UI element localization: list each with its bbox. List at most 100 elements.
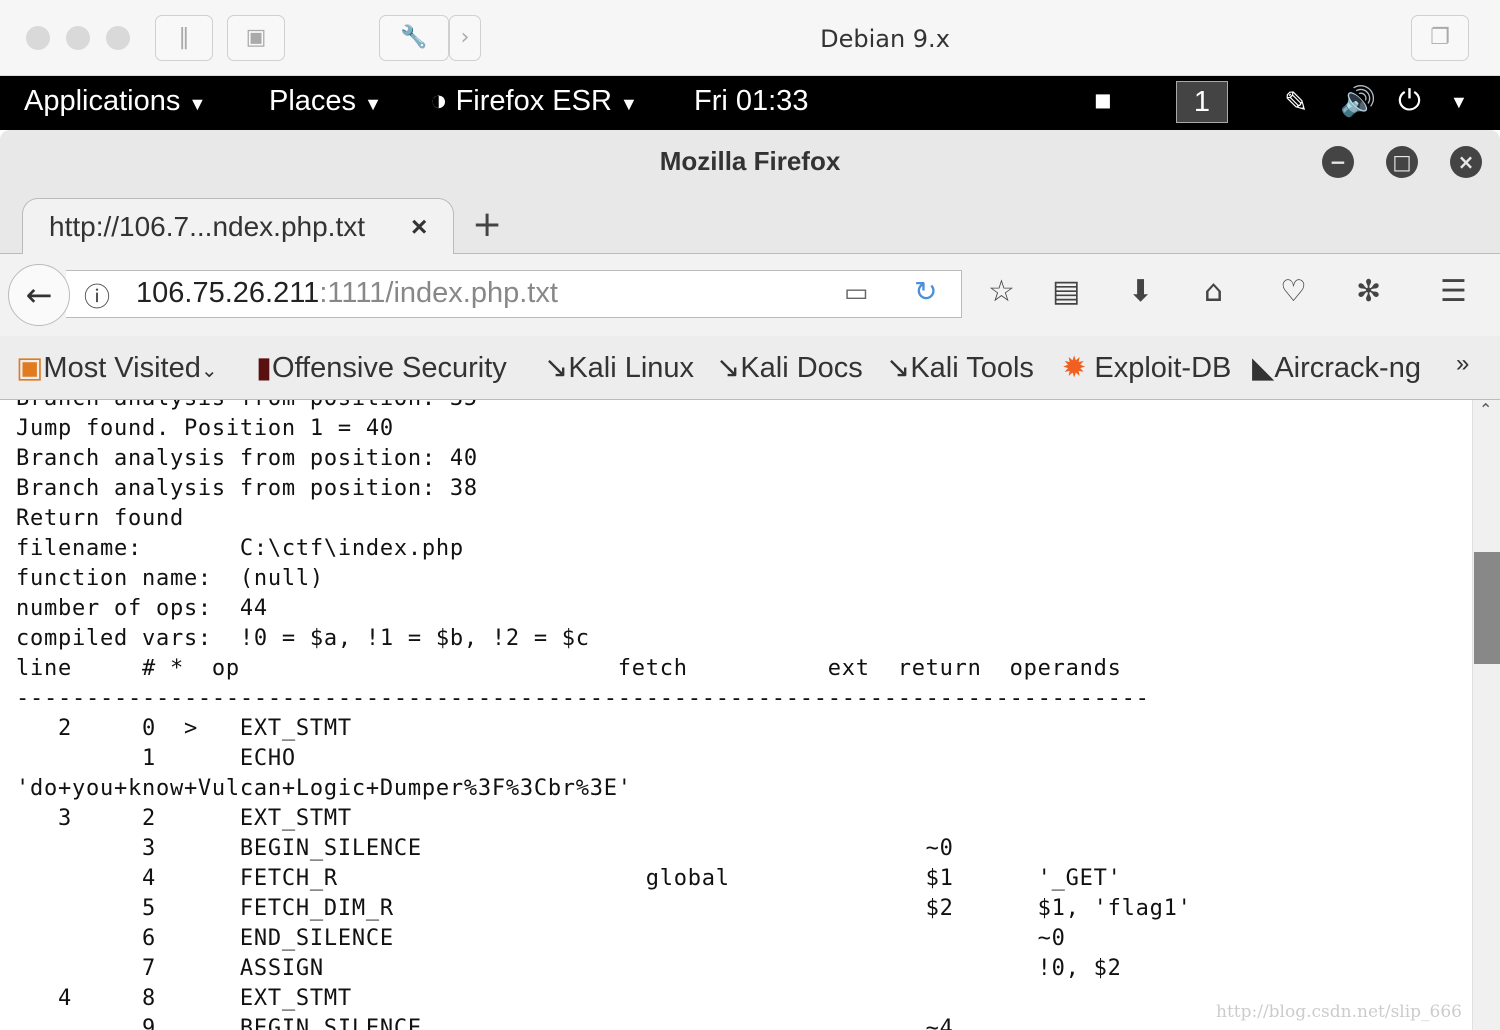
- caret-down-icon[interactable]: ▼: [1450, 92, 1468, 113]
- caret-down-icon: ▼: [364, 94, 382, 114]
- output-line: 9 BEGIN_SILENCE ~4: [16, 1016, 954, 1030]
- tab-close-icon[interactable]: ×: [411, 211, 427, 243]
- volume-icon[interactable]: 🔊: [1340, 85, 1376, 119]
- video-icon[interactable]: ■: [1094, 85, 1112, 118]
- vm-titlebar: ‖ ▣ 🔧 › Debian 9.x ❐: [0, 0, 1500, 76]
- vm-title: Debian 9.x: [820, 25, 950, 53]
- bookmark-kali-linux[interactable]: ↘Kali Linux: [544, 350, 694, 385]
- places-label: Places: [269, 85, 357, 117]
- bookmark-label: Exploit-DB: [1094, 352, 1232, 384]
- output-line: Branch analysis from position: 38: [16, 476, 478, 501]
- bookmark-aircrack-ng[interactable]: ◣Aircrack-ng: [1252, 350, 1421, 385]
- output-line: filename: C:\ctf\index.php: [16, 536, 464, 561]
- output-line: Return found: [16, 506, 184, 531]
- caret-down-icon: ▼: [619, 94, 638, 114]
- output-line: compiled vars: !0 = $a, !1 = $b, !2 = $c: [16, 626, 590, 651]
- new-tab-button[interactable]: +: [472, 204, 502, 245]
- exploitdb-icon: ✹: [1062, 352, 1087, 384]
- output-line: 4 8 EXT_STMT: [16, 986, 352, 1011]
- folder-icon: ▣: [16, 352, 44, 384]
- bookmark-offensive-security[interactable]: ▮Offensive Security: [256, 350, 507, 385]
- bookmark-label: Kali Tools: [910, 352, 1034, 384]
- output-line: number of ops: 44: [16, 596, 268, 621]
- output-line: function name: (null): [16, 566, 324, 591]
- download-icon[interactable]: ⬇: [1128, 274, 1153, 309]
- bookmarks-overflow-button[interactable]: »: [1456, 350, 1469, 378]
- menu-icon[interactable]: ☰: [1440, 274, 1467, 309]
- bookmark-most-visited[interactable]: ▣Most Visited⌄: [16, 350, 218, 385]
- app-menu[interactable]: ◑ Firefox ESR ▼: [430, 85, 638, 118]
- url-host: 106.75.26.211: [136, 277, 320, 309]
- close-icon[interactable]: ×: [1450, 146, 1482, 178]
- fullscreen-icon[interactable]: ❐: [1411, 15, 1469, 61]
- power-icon[interactable]: ⏻: [1398, 85, 1421, 118]
- maximize-icon[interactable]: □: [1386, 146, 1418, 178]
- firefox-icon: ◑: [430, 85, 448, 117]
- window-title: Mozilla Firefox: [659, 146, 841, 176]
- output-line: Branch analysis from position: 40: [16, 446, 478, 471]
- output-line: Branch analysis from position: 35: [16, 400, 1192, 414]
- output-line: 6 END_SILENCE ~0: [16, 926, 1066, 951]
- tab-strip: http://106.7...ndex.php.txt × +: [0, 194, 1500, 256]
- firefox-window: Mozilla Firefox − □ × http://106.7...nde…: [0, 130, 1500, 400]
- reading-list-icon[interactable]: ▤: [1052, 274, 1080, 309]
- aircrack-icon: ◣: [1252, 352, 1275, 384]
- output-line: Jump found. Position 1 = 40: [16, 416, 394, 441]
- bookmark-label: Kali Linux: [568, 352, 695, 384]
- app-label: Firefox ESR: [455, 85, 612, 117]
- minimize-icon[interactable]: −: [1322, 146, 1354, 178]
- output-line: 4 FETCH_R global $1 '_GET': [16, 866, 1122, 891]
- back-button[interactable]: ←: [8, 264, 70, 326]
- scroll-up-icon[interactable]: ⌃: [1479, 400, 1492, 419]
- back-arrow-icon: ←: [25, 276, 53, 314]
- kali-icon: ↘: [886, 352, 911, 384]
- output-line: line # * op fetch ext return operands: [16, 656, 1122, 681]
- bookmark-label: Offensive Security: [271, 352, 507, 384]
- output-line: 5 FETCH_DIM_R $2 $1, 'flag1': [16, 896, 1192, 921]
- workspace-indicator[interactable]: 1: [1176, 81, 1228, 123]
- url-bar[interactable]: ⓘ 106.75.26.211:1111/index.php.txt ▭ ↻: [66, 270, 962, 318]
- applications-menu[interactable]: Applications ▼: [24, 85, 206, 118]
- output-line: 3 2 EXT_STMT: [16, 806, 352, 831]
- page-content: Branch analysis from position: 35 Jump fo…: [0, 400, 1472, 1030]
- url-text[interactable]: 106.75.26.211:1111/index.php.txt: [136, 277, 558, 310]
- bookmarks-toolbar: ▣Most Visited⌄ ▮Offensive Security ↘Kali…: [0, 336, 1500, 400]
- applications-label: Applications: [24, 85, 181, 117]
- bookmark-label: Most Visited: [43, 352, 201, 384]
- info-icon[interactable]: ⓘ: [84, 277, 110, 314]
- vld-output: Branch analysis from position: 35 Jump fo…: [16, 400, 1192, 1030]
- clock[interactable]: Fri 01:33: [694, 85, 808, 118]
- reader-view-icon[interactable]: ▭: [844, 277, 869, 308]
- vertical-scrollbar[interactable]: ⌃: [1472, 400, 1500, 1030]
- caret-down-icon: ▼: [188, 94, 207, 114]
- nav-bar: ⓘ 106.75.26.211:1111/index.php.txt ▭ ↻ ←…: [0, 254, 1500, 336]
- url-path: :1111/index.php.txt: [319, 277, 558, 309]
- pocket-icon[interactable]: ♡: [1280, 274, 1307, 309]
- offsec-icon: ▮: [256, 352, 272, 384]
- bookmark-label: Aircrack-ng: [1274, 352, 1421, 384]
- kali-icon: ↘: [544, 352, 569, 384]
- output-line: 'do+you+know+Vulcan+Logic+Dumper%3F%3Cbr…: [16, 776, 632, 801]
- kali-icon: ↘: [716, 352, 741, 384]
- pen-icon[interactable]: ✎: [1284, 85, 1308, 120]
- watermark: http://blog.csdn.net/slip_666: [1216, 1002, 1462, 1022]
- places-menu[interactable]: Places ▼: [269, 85, 382, 118]
- bookmark-kali-docs[interactable]: ↘Kali Docs: [716, 350, 863, 385]
- chevron-down-icon: ⌄: [200, 360, 218, 382]
- output-line: 1 ECHO: [16, 746, 296, 771]
- bookmark-label: Kali Docs: [740, 352, 863, 384]
- output-line: 3 BEGIN_SILENCE ~0: [16, 836, 954, 861]
- bookmark-kali-tools[interactable]: ↘Kali Tools: [886, 350, 1034, 385]
- bookmark-star-icon[interactable]: ☆: [988, 274, 1015, 309]
- scrollbar-thumb[interactable]: [1474, 552, 1500, 664]
- extension-icon[interactable]: ✻: [1356, 274, 1381, 309]
- tab-title: http://106.7...ndex.php.txt: [49, 211, 365, 242]
- output-line: 7 ASSIGN !0, $2: [16, 956, 1122, 981]
- tab-active[interactable]: http://106.7...ndex.php.txt ×: [22, 198, 454, 256]
- output-line: ----------------------------------------…: [16, 686, 1150, 711]
- home-icon[interactable]: ⌂: [1204, 274, 1223, 309]
- bookmark-exploit-db[interactable]: ✹ Exploit-DB: [1062, 350, 1231, 385]
- gnome-topbar: Applications ▼ Places ▼ ◑ Firefox ESR ▼ …: [0, 76, 1500, 130]
- output-line: 2 0 > EXT_STMT: [16, 716, 352, 741]
- reload-icon[interactable]: ↻: [914, 275, 937, 308]
